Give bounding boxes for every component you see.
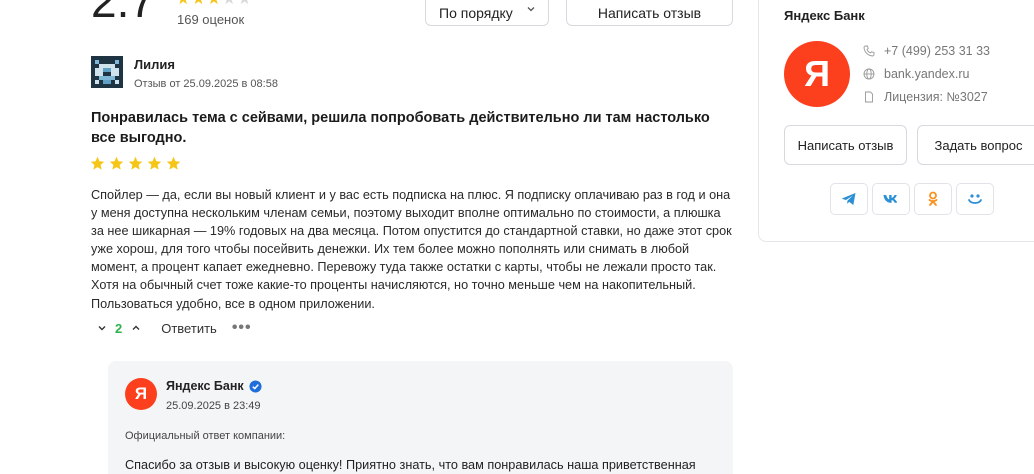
reply-company-label: Яндекс Банк xyxy=(166,379,244,393)
star-icon xyxy=(128,156,143,170)
share-vk-button[interactable] xyxy=(872,183,910,215)
reviewer-name[interactable]: Лилия xyxy=(134,57,175,72)
social-share-row xyxy=(830,183,994,215)
star-icon xyxy=(166,156,181,170)
star-icon xyxy=(147,156,162,170)
more-options-button[interactable]: ••• xyxy=(232,320,252,336)
official-reply-label: Официальный ответ компании: xyxy=(125,430,286,442)
verified-badge-icon xyxy=(249,379,262,393)
contact-phone[interactable]: +7 (499) 253 31 33 xyxy=(863,44,990,58)
review-title: Понравилась тема с сейвами, решила попро… xyxy=(91,110,710,146)
ask-question-button[interactable]: Задать вопрос xyxy=(917,125,1034,165)
vote-down-button[interactable] xyxy=(96,322,108,334)
contact-license: Лицензия: №3027 xyxy=(863,90,988,104)
contact-website-text: bank.yandex.ru xyxy=(884,67,970,81)
sort-select[interactable]: По порядку xyxy=(425,0,549,26)
globe-icon xyxy=(863,68,875,80)
vk-icon xyxy=(883,195,898,203)
reply-text: Спасибо за отзыв и высокую оценку! Прият… xyxy=(125,458,696,472)
company-card-logo: Я xyxy=(784,41,850,107)
company-card-title[interactable]: Яндекс Банк xyxy=(784,8,865,23)
yandex-messenger-icon xyxy=(968,194,982,204)
review-actions: 2 Ответить ••• xyxy=(96,318,252,338)
share-telegram-button[interactable] xyxy=(830,183,868,215)
contact-license-text: Лицензия: №3027 xyxy=(884,90,988,104)
odnoklassniki-icon xyxy=(928,191,938,206)
review-body: Спойлер — да, если вы новый клиент и у в… xyxy=(91,188,732,311)
reply-date: 25.09.2025 в 23:49 xyxy=(166,400,261,412)
company-reply: Я Яндекс Банк 25.09.2025 в 23:49 Официал… xyxy=(108,361,733,474)
review-rating-stars xyxy=(90,156,181,171)
share-messenger-button[interactable] xyxy=(956,183,994,215)
phone-icon xyxy=(863,45,875,57)
chevron-down-icon xyxy=(527,7,535,12)
contact-website[interactable]: bank.yandex.ru xyxy=(863,67,969,81)
write-review-button[interactable]: Написать отзыв xyxy=(784,125,907,165)
sort-select-value: По порядку xyxy=(439,5,513,21)
reviewer-avatar xyxy=(91,56,123,88)
telegram-icon xyxy=(842,193,856,205)
average-rating: 2.7 xyxy=(91,0,155,27)
document-icon xyxy=(865,91,873,103)
chevron-down-icon xyxy=(98,326,106,331)
company-logo: Я xyxy=(125,378,157,410)
reviews-count: 169 оценок xyxy=(177,12,245,27)
contact-phone-text: +7 (499) 253 31 33 xyxy=(884,44,990,58)
review-date: Отзыв от 25.09.2025 в 08:58 xyxy=(134,78,278,90)
star-icon xyxy=(109,156,124,170)
share-ok-button[interactable] xyxy=(914,183,952,215)
chevron-up-icon xyxy=(132,325,140,330)
vote-up-button[interactable] xyxy=(130,322,142,334)
reply-button[interactable]: Ответить xyxy=(161,321,217,336)
write-review-button-top[interactable]: Написать отзыв xyxy=(566,0,733,26)
reply-company-name[interactable]: Яндекс Банк xyxy=(166,379,262,393)
average-rating-stars: ★★★★★ xyxy=(176,0,253,9)
star-icon xyxy=(90,156,105,170)
vote-count: 2 xyxy=(115,320,123,336)
